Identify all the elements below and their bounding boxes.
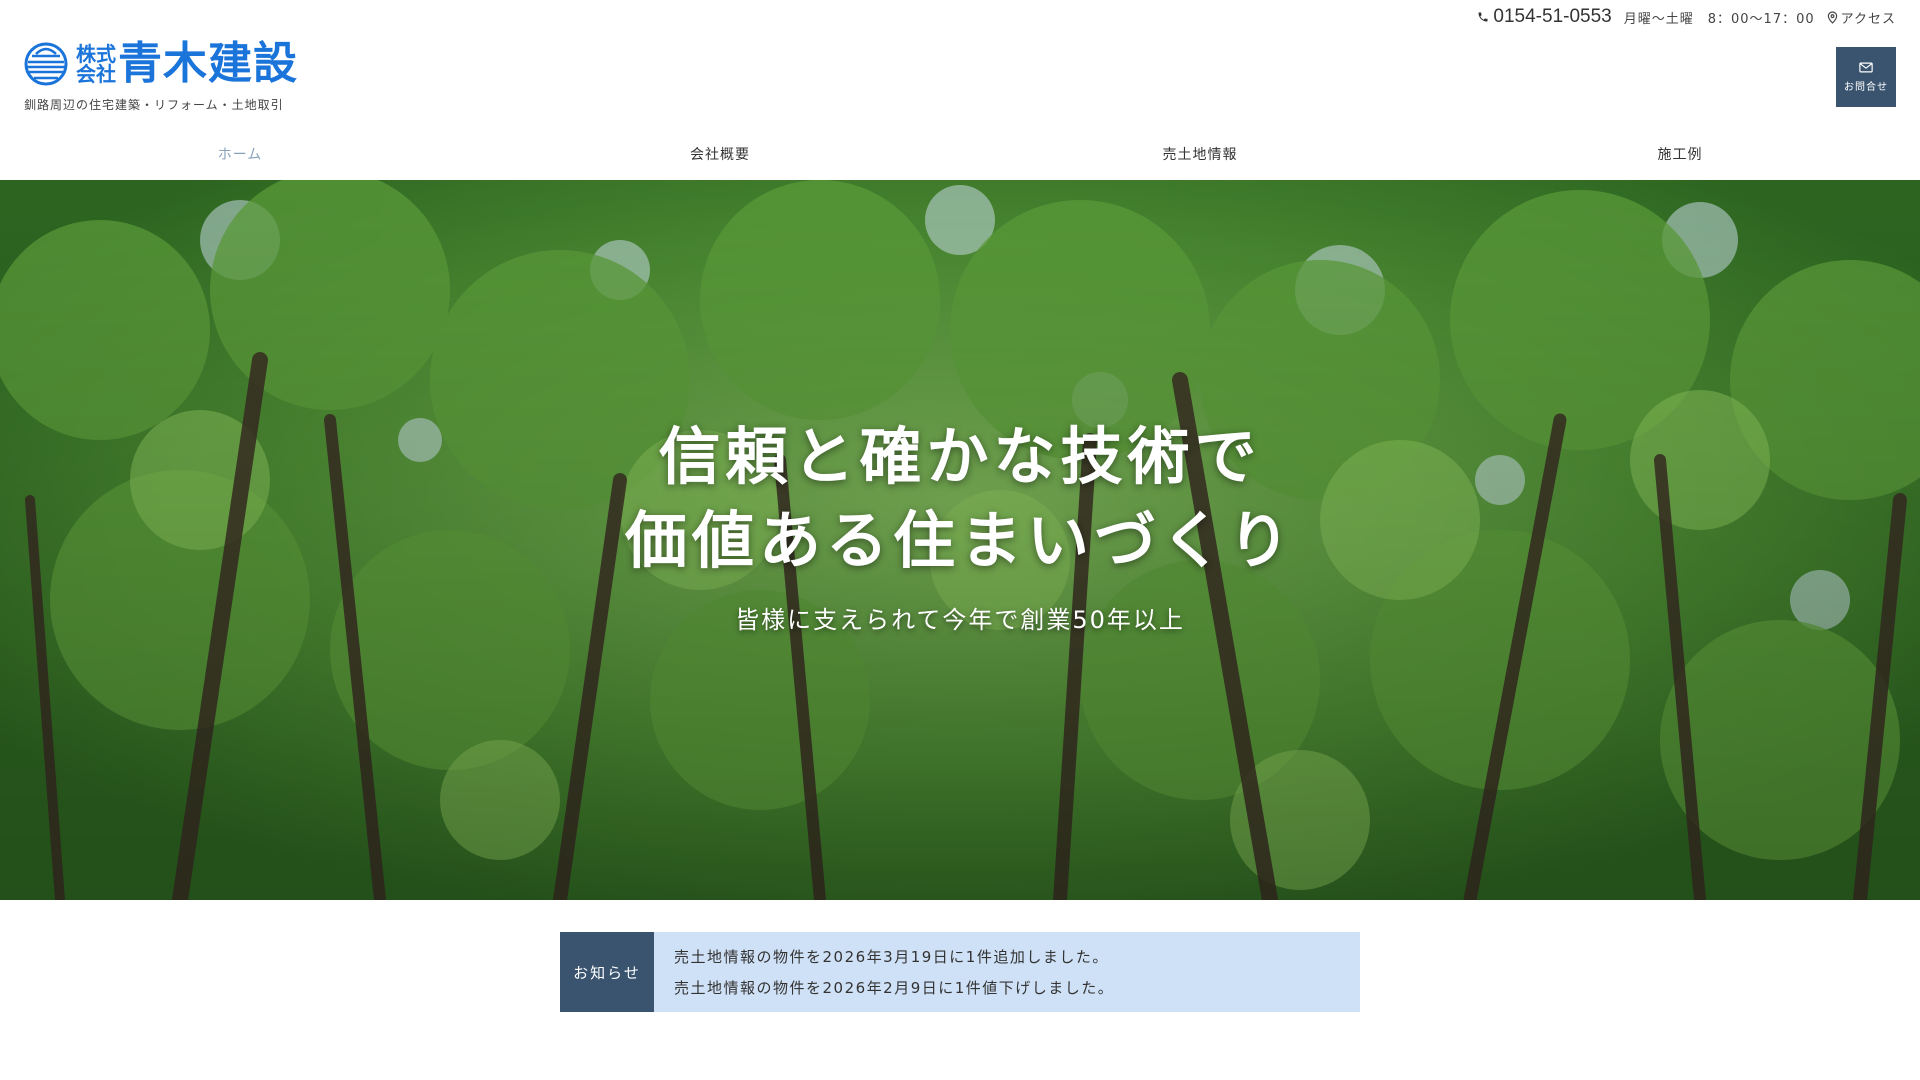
logo-company-type: 株式 会社 <box>76 44 116 84</box>
news-list: 売土地情報の物件を2026年3月19日に1件追加しました。 売土地情報の物件を2… <box>654 932 1360 1012</box>
hero-title-line2: 価値ある住まいづくり <box>624 504 1295 577</box>
company-emblem-icon <box>24 42 68 86</box>
mail-icon <box>1859 62 1873 72</box>
logo-kabu-line2: 会社 <box>76 62 116 86</box>
contact-button[interactable]: お問合せ <box>1836 47 1896 107</box>
site-logo[interactable]: 株式 会社 青木建設 <box>24 40 298 88</box>
hero-title-line1: 信頼と確かな技術で <box>658 420 1262 493</box>
map-pin-icon <box>1827 10 1837 24</box>
logo-company-name: 青木建設 <box>118 38 298 89</box>
nav-item-land-listings[interactable]: 売土地情報 <box>960 128 1440 180</box>
top-bar: 0154-51-0553 月曜～土曜 8：00～17：00 アクセス <box>0 0 1920 40</box>
phone-number[interactable]: 0154-51-0553 <box>1493 6 1611 28</box>
access-link[interactable]: アクセス <box>1827 8 1896 27</box>
logo-wordmark: 株式 会社 青木建設 <box>76 40 298 88</box>
hero-subtitle: 皆様に支えられて今年で創業50年以上 <box>735 606 1185 634</box>
phone-link[interactable]: 0154-51-0553 <box>1477 6 1612 28</box>
global-nav: ホーム 会社概要 売土地情報 施工例 <box>0 128 1920 180</box>
news-label: お知らせ <box>560 932 654 1012</box>
access-label[interactable]: アクセス <box>1841 8 1896 27</box>
business-hours: 月曜～土曜 8：00～17：00 <box>1623 11 1815 27</box>
news-box: お知らせ 売土地情報の物件を2026年3月19日に1件追加しました。 売土地情報… <box>560 932 1360 1012</box>
top-contact-info: 0154-51-0553 月曜～土曜 8：00～17：00 アクセス <box>1477 6 1896 28</box>
phone-icon <box>1478 12 1488 22</box>
contact-label[interactable]: お問合せ <box>1844 78 1888 93</box>
hero-title: 信頼と確かな技術で 価値ある住まいづくり <box>0 415 1920 583</box>
hero-banner: 信頼と確かな技術で 価値ある住まいづくり 皆様に支えられて今年で創業50年以上 <box>0 180 1920 900</box>
site-tagline: 釧路周辺の住宅建築・リフォーム・土地取引 <box>24 98 284 112</box>
nav-item-company[interactable]: 会社概要 <box>480 128 960 180</box>
nav-item-home[interactable]: ホーム <box>0 128 480 180</box>
news-item[interactable]: 売土地情報の物件を2026年2月9日に1件値下げしました。 <box>674 977 1340 998</box>
logo-kabu-line1: 株式 <box>76 42 116 66</box>
news-item[interactable]: 売土地情報の物件を2026年3月19日に1件追加しました。 <box>674 946 1340 967</box>
nav-item-works[interactable]: 施工例 <box>1440 128 1920 180</box>
